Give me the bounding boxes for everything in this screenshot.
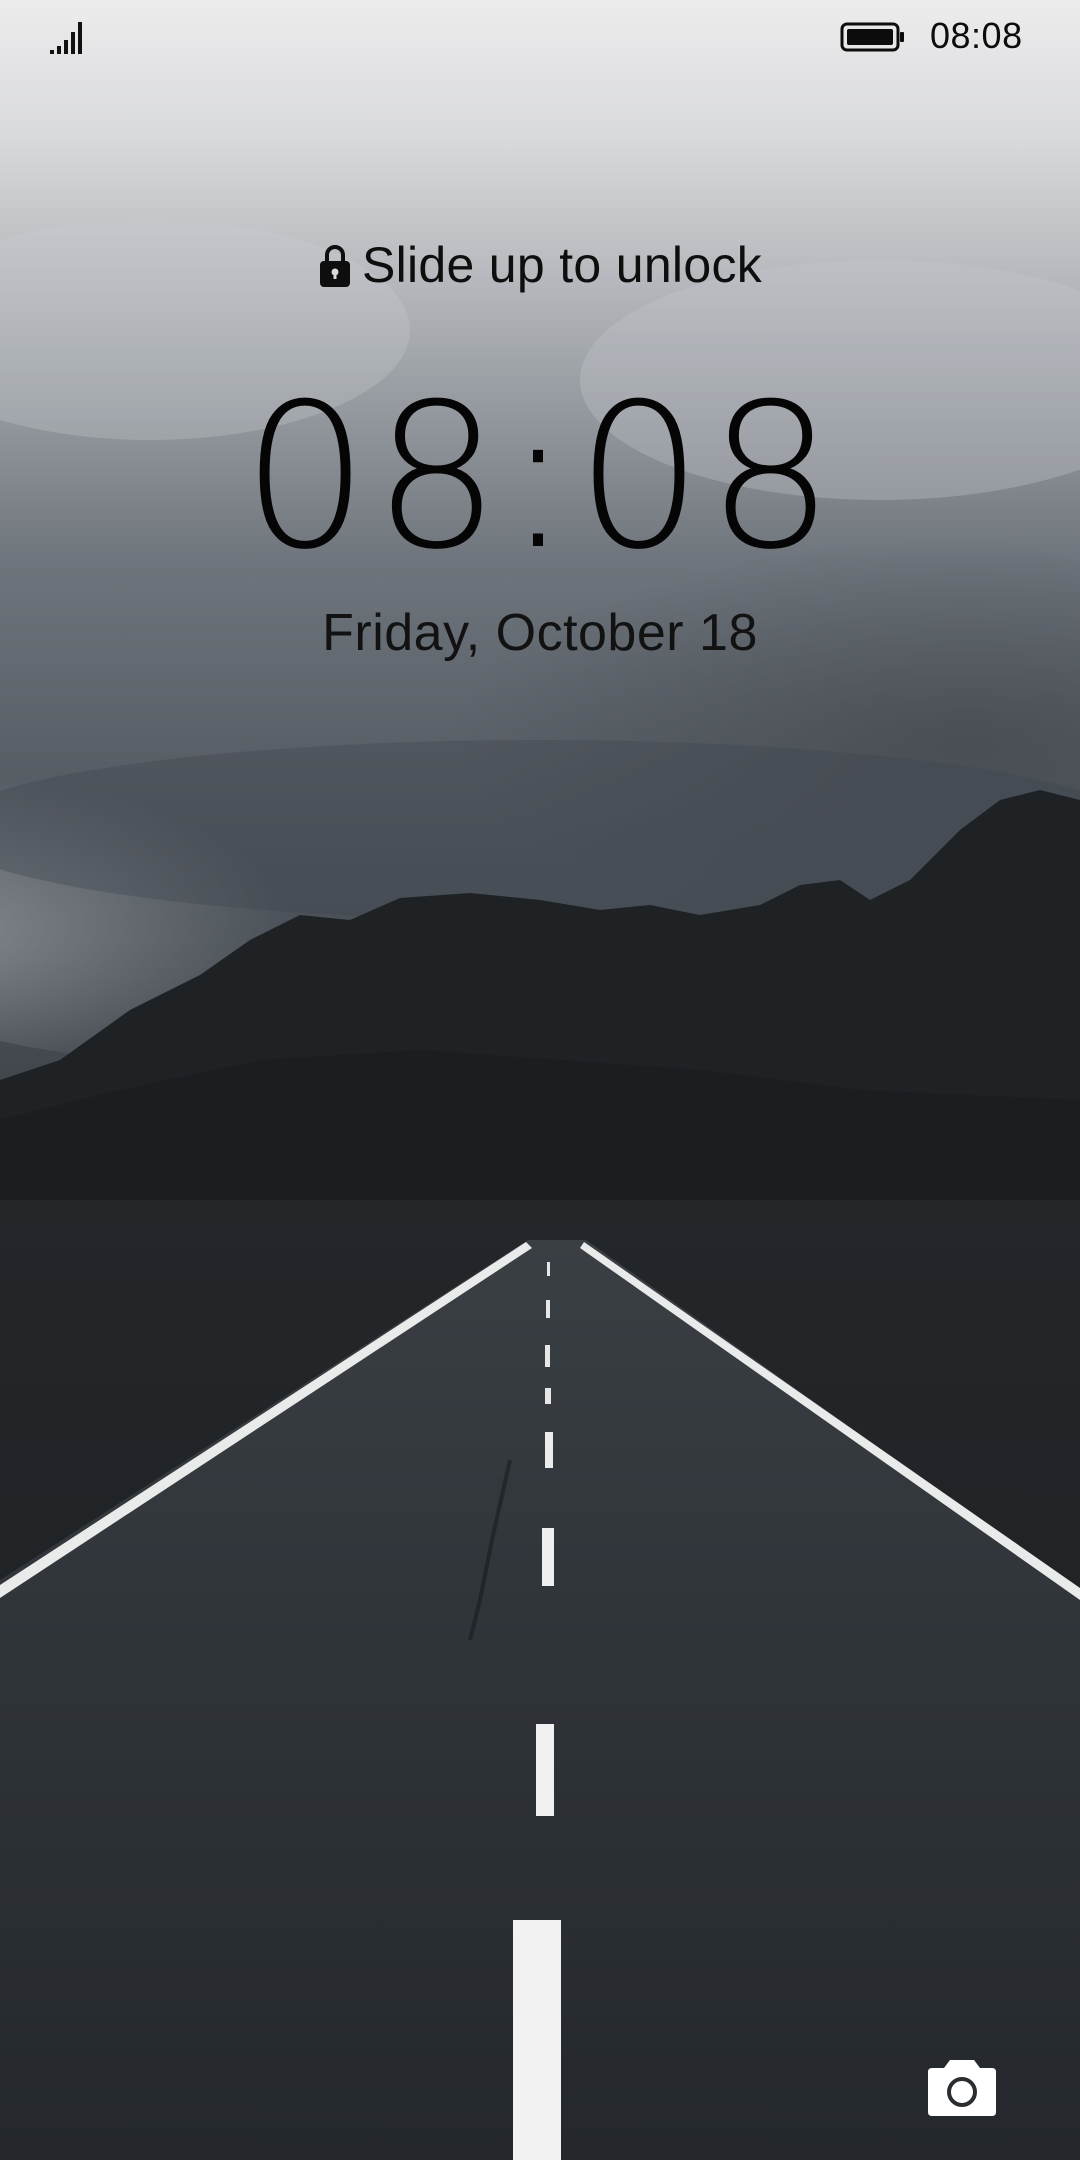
status-bar-time: 08:08 bbox=[930, 15, 1023, 56]
lock-icon bbox=[319, 245, 350, 287]
lock-screen-date: Friday, October 18 bbox=[322, 604, 758, 662]
unlock-hint: Slide up to unlock bbox=[0, 230, 1080, 300]
lock-screen-clock: 08:08 bbox=[241, 361, 839, 594]
unlock-hint-text: Slide up to unlock bbox=[361, 237, 763, 293]
camera-icon[interactable] bbox=[922, 2056, 1002, 2120]
lock-screen[interactable]: 08:08 Slide up to unlock 08:08 Friday, O… bbox=[0, 0, 1080, 2160]
wallpaper-image bbox=[0, 0, 1080, 2160]
battery-full-icon bbox=[840, 22, 904, 52]
status-bar: 08:08 bbox=[0, 0, 1080, 74]
cellular-signal-icon bbox=[50, 22, 82, 54]
